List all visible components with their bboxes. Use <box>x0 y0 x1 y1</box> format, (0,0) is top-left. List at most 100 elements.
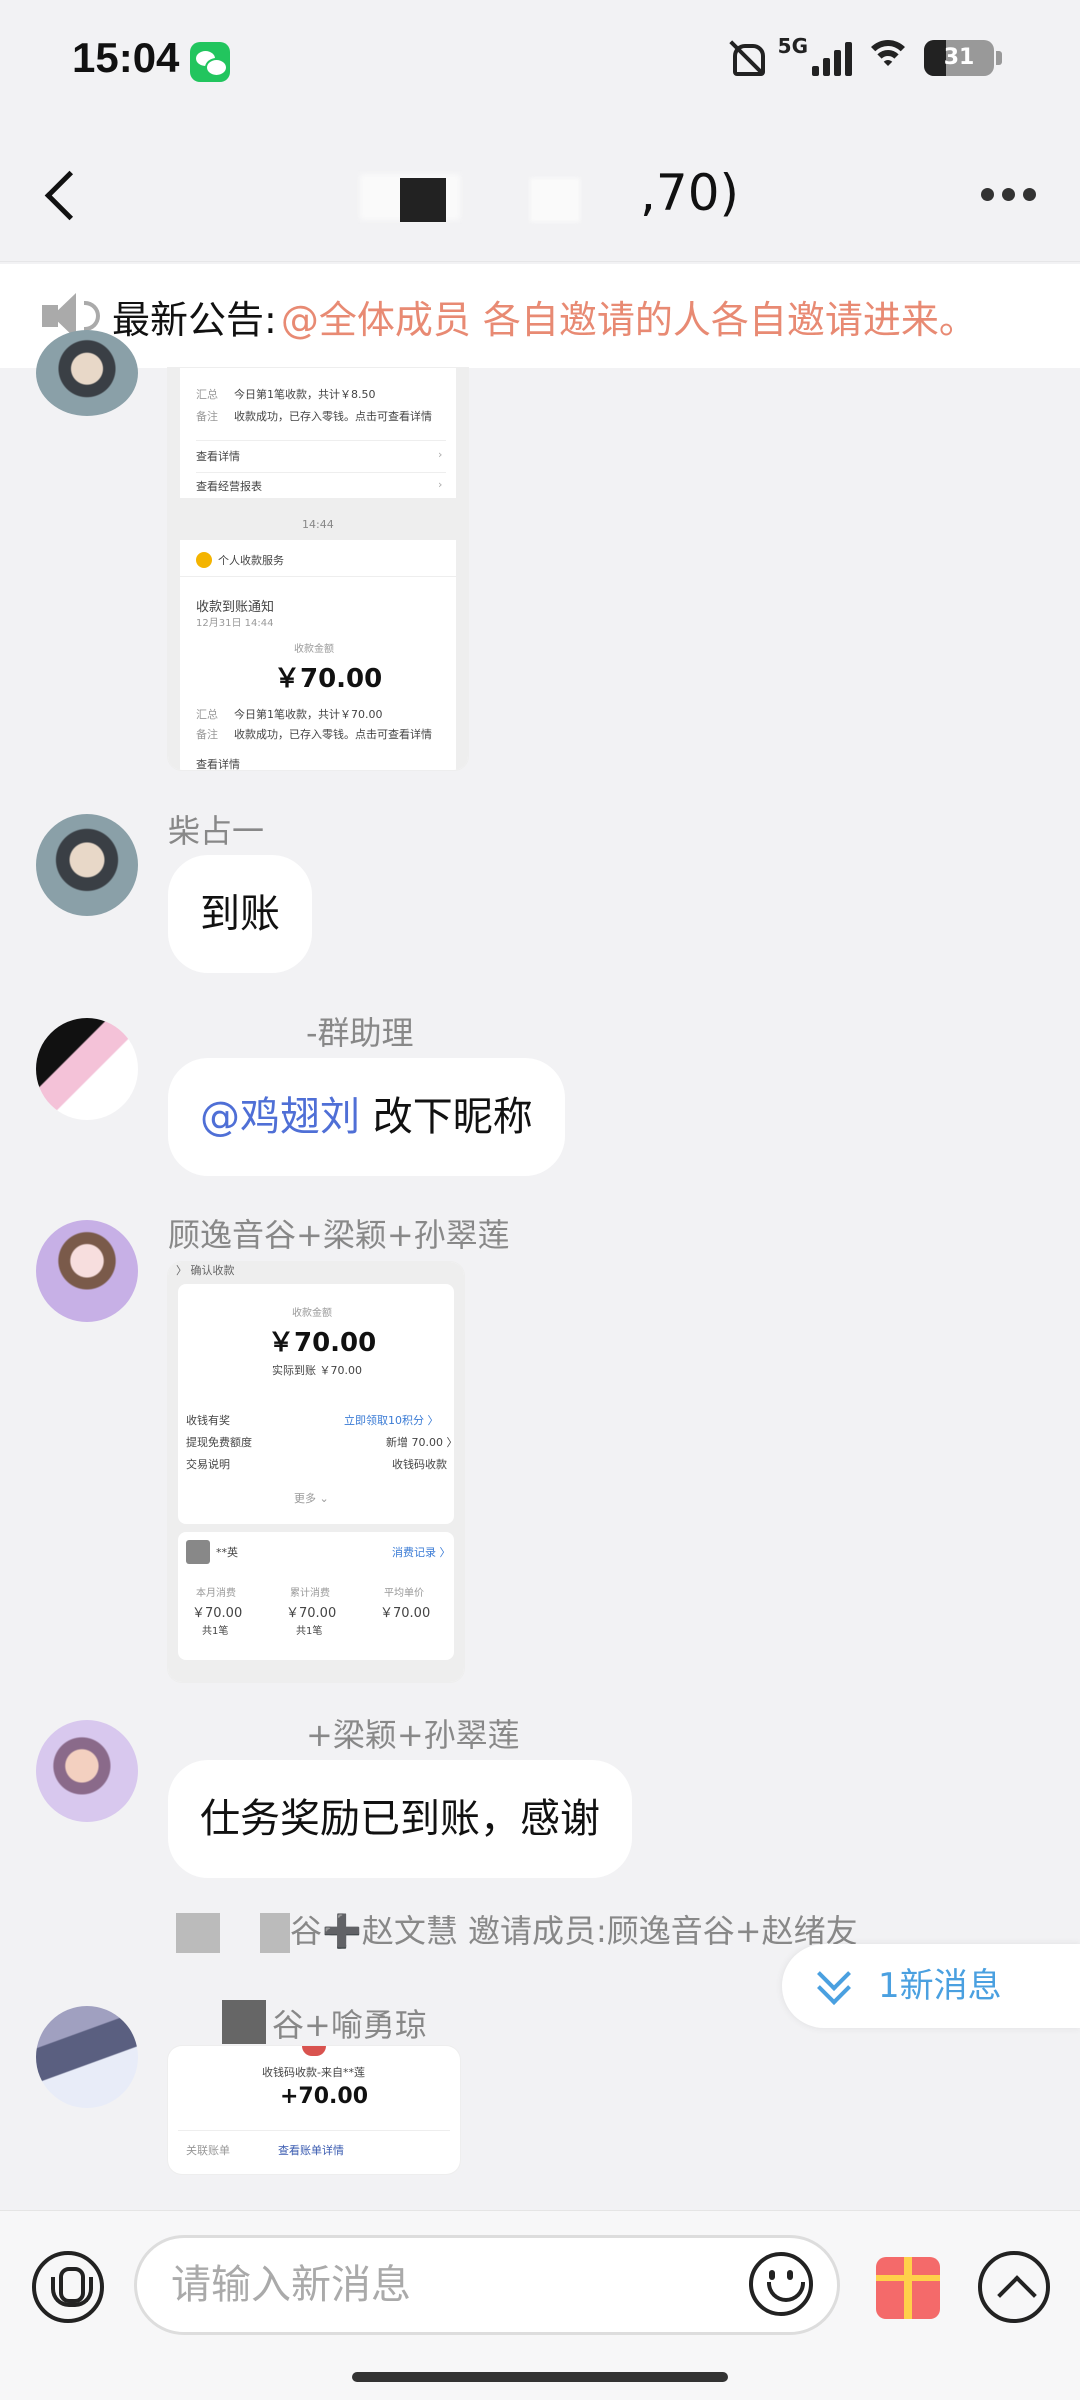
system-message: 谷➕赵文慧 邀请成员:顾逸音谷+赵绪友 <box>176 1906 858 1953</box>
avatar[interactable] <box>36 2006 138 2108</box>
row-key: 汇总 <box>196 708 218 721</box>
text-bubble[interactable]: @鸡翅刘 改下昵称 <box>168 1058 565 1176</box>
more-options-icon[interactable] <box>981 188 1036 201</box>
emoji-icon[interactable] <box>749 2252 813 2316</box>
system-text: 谷➕赵文慧 邀请成员:顾逸音谷+赵绪友 <box>290 1912 858 1950</box>
network-type: 5G <box>777 34 808 58</box>
avatar[interactable] <box>36 1220 138 1322</box>
payer-avatar <box>186 1540 210 1564</box>
row-value: 今日第1笔收款，共计￥70.00 <box>234 708 383 721</box>
sender-name: 柴占一 <box>168 812 265 850</box>
sender-name: -群助理 <box>306 1014 414 1052</box>
payer-name: **英 <box>216 1546 238 1559</box>
signal-icon <box>812 40 852 76</box>
link-details: 查看详情 <box>196 450 240 463</box>
amount-label: 收款金额 <box>292 1308 332 1319</box>
logo-icon <box>302 2046 326 2056</box>
record-link: 消费记录 〉 <box>392 1546 451 1559</box>
battery-level: 31 <box>943 45 975 70</box>
row-key: 汇总 <box>196 388 218 401</box>
redacted-block <box>260 1913 290 1953</box>
redacted-title-part <box>530 178 580 222</box>
avatar[interactable] <box>36 1720 138 1822</box>
input-placeholder: 请输入新消息 <box>171 2262 411 2308</box>
text-bubble[interactable]: 到账 <box>168 855 312 973</box>
image-message-receipt[interactable]: 收钱码收款-来自**莲 +70.00 关联账单 查看账单详情 <box>168 2046 460 2174</box>
receipt-title: 收钱码收款-来自**莲 <box>262 2066 365 2079</box>
redacted-title-block <box>400 178 446 222</box>
avatar[interactable] <box>36 1018 138 1120</box>
text-bubble[interactable]: 仕务奖励已到账，感谢 <box>168 1760 632 1878</box>
more-link: 更多 ⌄ <box>294 1492 329 1505</box>
status-bar: 15:04 5G 31 <box>0 0 1080 128</box>
image-top-text: 〉 确认收款 <box>176 1264 235 1277</box>
service-icon <box>196 552 212 568</box>
battery-icon: 31 <box>924 40 994 76</box>
avatar[interactable] <box>36 814 138 916</box>
sender-name: +梁颖+孙翠莲 <box>306 1716 520 1754</box>
avatar[interactable] <box>36 330 138 416</box>
row-key: 收钱有奖 <box>186 1414 230 1427</box>
mute-bell-icon <box>726 38 766 78</box>
link-report: 查看经营报表 <box>196 480 262 493</box>
microphone-icon[interactable] <box>32 2251 104 2323</box>
clock: 15:04 <box>72 34 180 81</box>
wifi-icon <box>864 38 912 78</box>
back-arrow-icon[interactable] <box>38 162 98 226</box>
stat-count: 共1笔 <box>296 1626 323 1637</box>
row-key: 备注 <box>196 410 218 423</box>
notice-text: @全体成员 各自邀请的人各自邀请进来。 <box>280 297 977 342</box>
stat-count: 共1笔 <box>202 1626 229 1637</box>
row-value: 收款成功，已存入零钱。点击可查看详情 <box>234 728 432 741</box>
actual-amount: 实际到账 ￥70.00 <box>272 1364 362 1377</box>
row-key: 关联账单 <box>186 2144 230 2157</box>
image-message-receipt[interactable]: 汇总 今日第1笔收款，共计￥8.50 备注 收款成功，已存入零钱。点击可查看详情… <box>168 368 468 770</box>
row-value: 查看账单详情 <box>278 2144 344 2157</box>
amount: +70.00 <box>280 2084 369 2109</box>
gift-icon[interactable] <box>876 2257 940 2319</box>
group-notice-bar[interactable]: 最新公告: @全体成员 各自邀请的人各自邀请进来。 <box>0 264 1080 368</box>
battery-cap <box>996 51 1002 65</box>
notice-label: 最新公告: <box>112 297 277 342</box>
footer-link: 查看详情 <box>196 758 240 770</box>
stat-label: 平均单价 <box>384 1588 424 1599</box>
amount: ￥70.00 <box>268 1328 377 1358</box>
bubble-text: 改下昵称 <box>360 1094 533 1140</box>
redacted-block <box>222 2000 266 2044</box>
row-key: 提现免费额度 <box>186 1436 252 1449</box>
row-value: 立即领取10积分 〉 <box>344 1414 439 1427</box>
stat-label: 累计消费 <box>290 1588 330 1599</box>
row-value: 收款成功，已存入零钱。点击可查看详情 <box>234 410 432 423</box>
mention[interactable]: @鸡翅刘 <box>200 1094 360 1140</box>
chevron-up-icon[interactable] <box>978 2251 1050 2323</box>
new-message-button[interactable]: 1新消息 <box>782 1944 1080 2028</box>
new-message-label: 1新消息 <box>878 1966 1002 2006</box>
chat-header: ,70) <box>0 128 1080 262</box>
sender-name: 谷+喻勇琼 <box>272 2006 427 2044</box>
home-indicator[interactable] <box>352 2372 728 2382</box>
stat-value: ￥70.00 <box>380 1606 431 1621</box>
image-message-receipt[interactable]: 〉 确认收款 收款金额 ￥70.00 实际到账 ￥70.00 收钱有奖 立即领取… <box>168 1262 464 1682</box>
amount: ￥70.00 <box>274 664 383 694</box>
row-key: 备注 <box>196 728 218 741</box>
redacted-block <box>176 1913 220 1953</box>
chat-title[interactable]: ,70) <box>640 164 739 222</box>
notify-date: 12月31日 14:44 <box>196 618 274 629</box>
msg-time: 14:44 <box>302 518 334 531</box>
sender-name: 顾逸音谷+梁颖+孙翠莲 <box>168 1216 510 1254</box>
notify-title: 收款到账通知 <box>196 600 275 615</box>
row-value: 收钱码收款 <box>392 1458 447 1471</box>
status-icons: 5G 31 <box>726 34 1002 78</box>
row-value: 今日第1笔收款，共计￥8.50 <box>234 388 376 401</box>
message-input[interactable]: 请输入新消息 <box>134 2235 840 2335</box>
stat-value: ￥70.00 <box>192 1606 243 1621</box>
stat-value: ￥70.00 <box>286 1606 337 1621</box>
stat-label: 本月消费 <box>196 1588 236 1599</box>
amount-label: 收款金额 <box>294 644 334 655</box>
wechat-icon <box>190 42 230 82</box>
row-value: 新增 70.00 〉 <box>386 1436 458 1449</box>
chevron-right-icon: › <box>438 478 443 491</box>
row-key: 交易说明 <box>186 1458 230 1471</box>
chevron-right-icon: › <box>438 448 443 461</box>
service-name: 个人收款服务 <box>218 554 284 567</box>
